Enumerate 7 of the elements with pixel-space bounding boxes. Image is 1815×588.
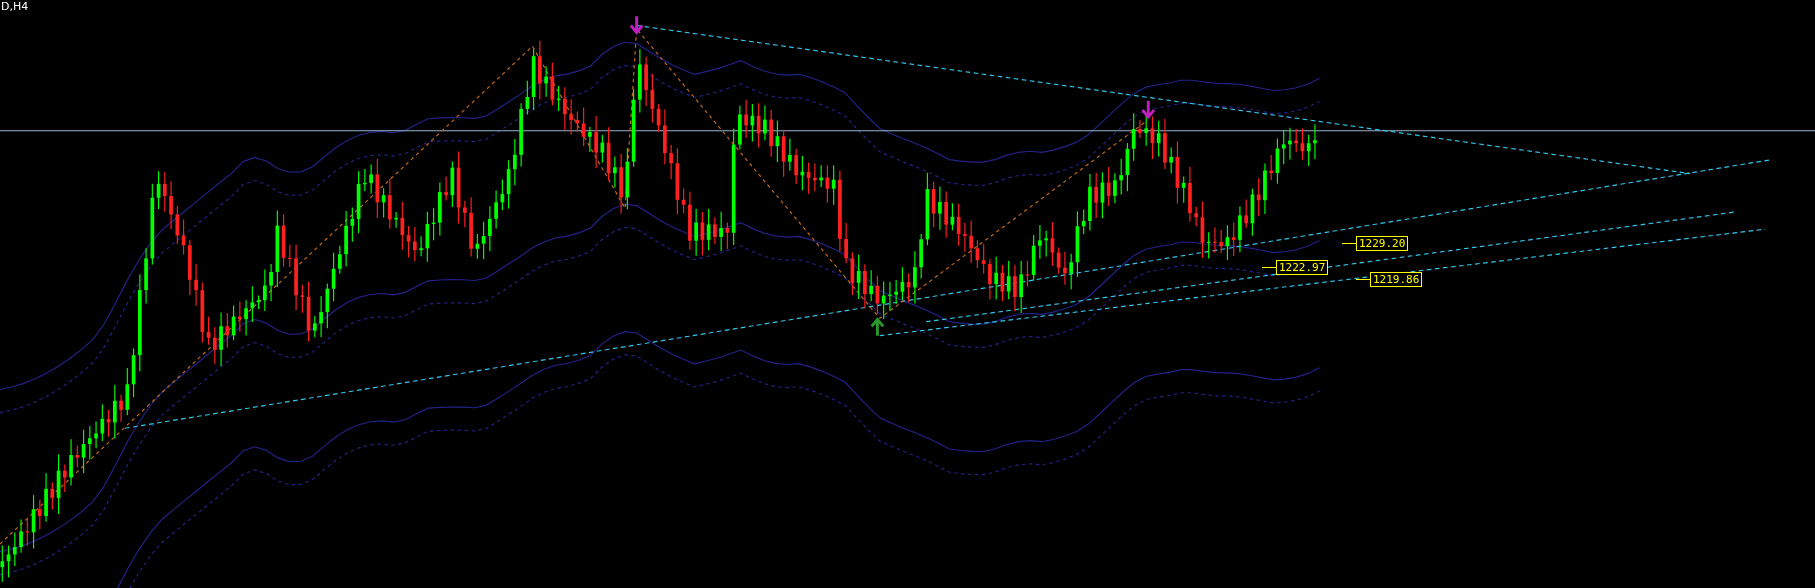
down-arrow-icon <box>1141 99 1156 120</box>
up-arrow-icon <box>870 317 885 338</box>
price-label: 1219.86 <box>1370 272 1423 287</box>
price-label: 1222.97 <box>1276 260 1329 275</box>
chart-title: D,H4 <box>1 0 29 13</box>
price-label: 1229.20 <box>1356 236 1409 251</box>
down-arrow-icon <box>629 14 644 35</box>
